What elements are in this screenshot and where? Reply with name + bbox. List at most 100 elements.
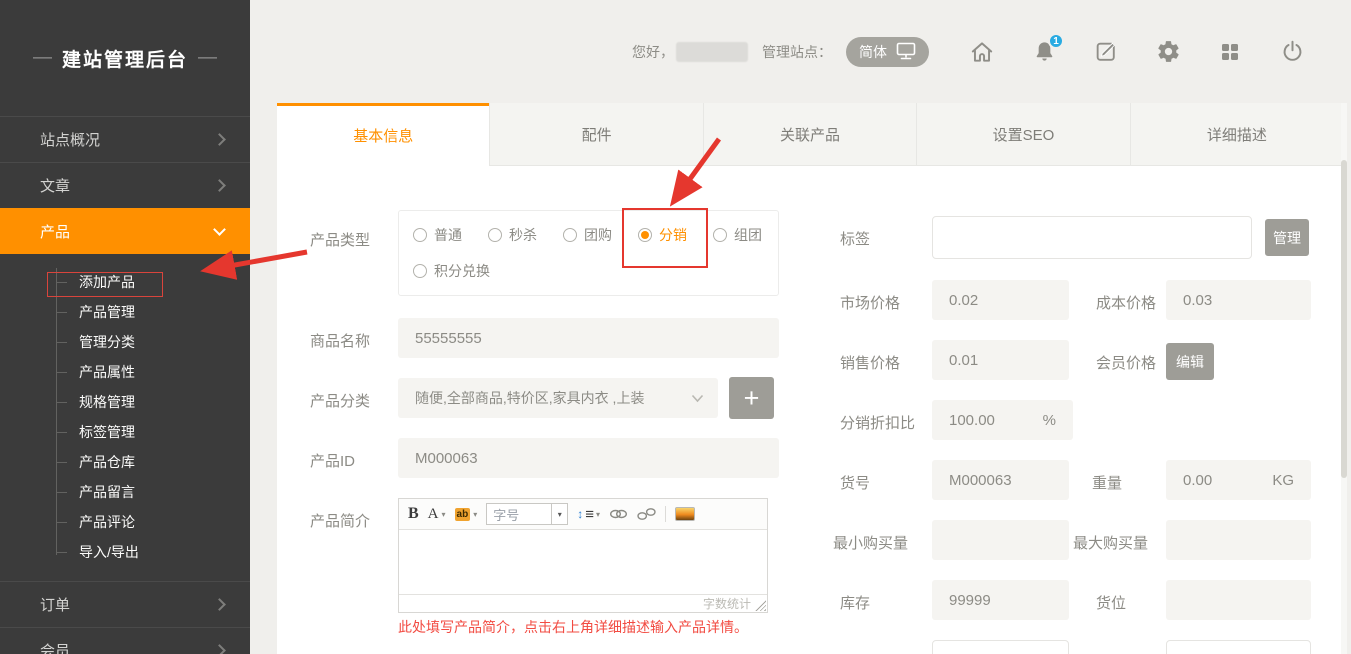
radio-label: 秒杀: [509, 225, 537, 245]
notification-badge: 1: [1048, 33, 1064, 49]
topbar: 您好， 管理站点： 简体 1: [250, 0, 1351, 103]
submenu-item-import-export[interactable]: 导入/导出: [0, 537, 250, 567]
submenu-item-product-reviews[interactable]: 产品评论: [0, 507, 250, 537]
language-label: 简体: [859, 42, 887, 62]
scrollbar-thumb[interactable]: [1341, 160, 1347, 478]
sidebar-item-label: 订单: [40, 594, 70, 615]
submenu-item-product-messages[interactable]: 产品留言: [0, 477, 250, 507]
submenu-item-product-warehouse[interactable]: 产品仓库: [0, 447, 250, 477]
tab-seo-settings[interactable]: 设置SEO: [916, 103, 1129, 166]
language-switch-button[interactable]: 简体: [846, 37, 929, 67]
radio-group-buy[interactable]: 团购: [563, 225, 612, 245]
radio-points-exchange[interactable]: 积分兑换: [413, 261, 490, 281]
logout-power-icon[interactable]: [1279, 39, 1305, 65]
word-count-label: 字数统计: [703, 595, 751, 612]
kg-suffix: KG: [1272, 472, 1294, 489]
sidebar-item-label: 站点概况: [40, 129, 100, 150]
product-name-input[interactable]: [398, 318, 779, 358]
submenu-item-spec-manage[interactable]: 规格管理: [0, 387, 250, 417]
sidebar-item-site-overview[interactable]: 站点概况: [0, 116, 250, 162]
chevron-right-icon: [213, 133, 226, 146]
radio-distribution[interactable]: 分销: [638, 225, 687, 245]
topbar-icons: 1: [969, 39, 1305, 65]
radio-team-buy[interactable]: 组团: [713, 225, 762, 245]
sidebar-item-articles[interactable]: 文章: [0, 162, 250, 208]
submenu-item-add-product[interactable]: 添加产品: [0, 267, 250, 297]
product-type-row-2: 积分兑换: [413, 261, 778, 281]
product-category-select[interactable]: 随便,全部商品,特价区,家具内衣 ,上装: [398, 378, 718, 418]
link-icon[interactable]: [609, 508, 628, 520]
sidebar-item-products[interactable]: 产品: [0, 208, 250, 254]
tab-detailed-description[interactable]: 详细描述: [1130, 103, 1343, 166]
radio-icon-selected: [638, 228, 652, 242]
tab-related-products[interactable]: 关联产品: [703, 103, 916, 166]
shelf-no-label: 货位: [1096, 592, 1126, 613]
insert-image-icon[interactable]: [675, 507, 695, 521]
radio-flash-sale[interactable]: 秒杀: [488, 225, 537, 245]
product-id-input[interactable]: [398, 438, 779, 478]
font-size-select[interactable]: 字号▾: [486, 503, 568, 525]
product-category-label: 产品分类: [310, 390, 370, 411]
submenu-item-category-manage[interactable]: 管理分类: [0, 327, 250, 357]
edit-member-price-button[interactable]: 编辑: [1166, 343, 1214, 380]
highlight-icon[interactable]: ab▾: [455, 508, 478, 521]
tab-bar: 基本信息 配件 关联产品 设置SEO 详细描述: [277, 103, 1343, 166]
shelf-no-input[interactable]: [1166, 580, 1311, 620]
cost-price-label: 成本价格: [1096, 292, 1156, 313]
tab-accessories[interactable]: 配件: [489, 103, 702, 166]
admin-page: — 建站管理后台 — 站点概况 文章 产品 添加产品 产品管理 管理分类 产品属…: [0, 0, 1351, 654]
member-price-label: 会员价格: [1096, 352, 1156, 373]
editor-status-bar: 字数统计: [399, 594, 767, 612]
radio-icon: [413, 228, 427, 242]
weight-label: 重量: [1092, 472, 1122, 493]
cost-price-input[interactable]: [1166, 280, 1311, 320]
item-no-input[interactable]: [932, 460, 1069, 500]
distribution-ratio-field[interactable]: 100.00 %: [932, 400, 1073, 440]
product-type-row-1: 普通 秒杀 团购 分销 组团: [413, 225, 778, 245]
manage-site-label: 管理站点：: [762, 42, 832, 62]
title-dash-left: —: [33, 47, 52, 69]
radio-label: 分销: [659, 225, 687, 245]
radio-normal[interactable]: 普通: [413, 225, 462, 245]
add-category-button[interactable]: +: [729, 377, 774, 419]
manage-tags-button[interactable]: 管理: [1265, 219, 1309, 256]
extra-input-right[interactable]: [1166, 640, 1311, 654]
highlight-chip: ab: [455, 508, 471, 521]
sale-price-input[interactable]: [932, 340, 1069, 380]
max-purchase-input[interactable]: [1166, 520, 1311, 560]
unlink-icon[interactable]: [637, 507, 656, 521]
settings-gear-icon[interactable]: [1155, 39, 1181, 65]
resize-grip[interactable]: [755, 600, 766, 611]
tab-basic-info[interactable]: 基本信息: [277, 103, 489, 166]
monitor-icon: [896, 42, 916, 61]
product-type-label: 产品类型: [310, 229, 370, 250]
chevron-right-icon: [213, 598, 226, 611]
apps-grid-icon[interactable]: [1217, 39, 1243, 65]
radio-icon: [413, 264, 427, 278]
sidebar-item-label: 会员: [40, 640, 70, 654]
submenu-item-tag-manage[interactable]: 标签管理: [0, 417, 250, 447]
weight-field[interactable]: 0.00 KG: [1166, 460, 1311, 500]
sidebar-item-orders[interactable]: 订单: [0, 581, 250, 627]
submenu-item-product-attributes[interactable]: 产品属性: [0, 357, 250, 387]
market-price-input[interactable]: [932, 280, 1069, 320]
notifications-bell-icon[interactable]: 1: [1031, 39, 1057, 65]
editor-text-area[interactable]: [399, 530, 767, 594]
radio-icon: [563, 228, 577, 242]
scrollbar-track[interactable]: [1341, 103, 1347, 654]
edit-icon[interactable]: [1093, 39, 1119, 65]
tags-input[interactable]: [932, 216, 1252, 259]
product-intro-editor: B A▾ ab▾ 字号▾ ↕≡▾ 字数统计: [398, 498, 768, 613]
chevron-down-icon: [213, 223, 226, 236]
submenu-item-product-manage[interactable]: 产品管理: [0, 297, 250, 327]
font-color-icon[interactable]: A▾: [428, 506, 446, 523]
extra-input-left[interactable]: [932, 640, 1069, 654]
home-icon[interactable]: [969, 39, 995, 65]
stock-input[interactable]: [932, 580, 1069, 620]
bold-icon[interactable]: B: [408, 505, 419, 523]
sidebar-item-members[interactable]: 会员: [0, 627, 250, 654]
line-height-icon[interactable]: ↕≡▾: [577, 506, 600, 523]
min-purchase-input[interactable]: [932, 520, 1069, 560]
caret-down-icon: ▾: [473, 510, 477, 519]
radio-label: 普通: [434, 225, 462, 245]
